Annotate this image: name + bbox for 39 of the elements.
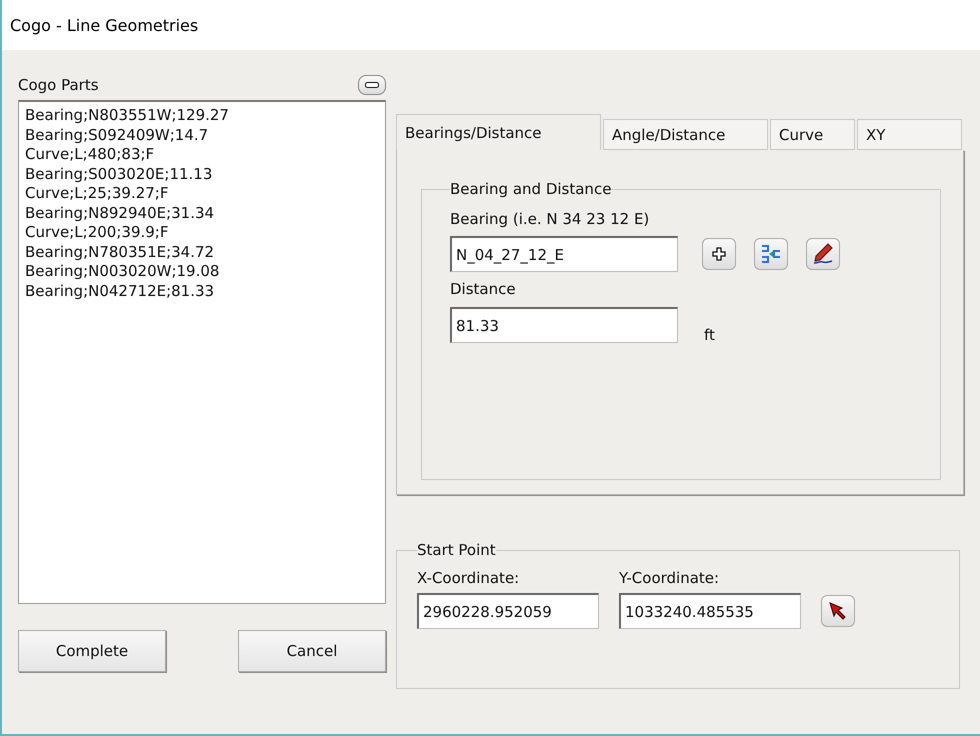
tab[interactable]: Curve <box>770 119 855 150</box>
plus-icon <box>712 247 726 261</box>
collapse-button[interactable] <box>358 75 386 95</box>
complete-button[interactable]: Complete <box>18 630 166 672</box>
window-title: Cogo - Line Geometries <box>10 16 198 34</box>
tab[interactable]: XY <box>857 119 962 150</box>
edit-button[interactable] <box>806 238 840 270</box>
pencil-icon <box>811 242 835 266</box>
cursor-icon <box>828 601 848 621</box>
bearing-label: Bearing (i.e. N 34 23 12 E) <box>450 210 650 228</box>
distance-field[interactable]: 81.33 <box>450 307 678 343</box>
list-item[interactable]: Bearing;S003020E;11.13 <box>25 164 379 184</box>
list-item[interactable]: Bearing;N892940E;31.34 <box>25 204 379 223</box>
list-label: Cogo Parts <box>18 76 99 94</box>
list-item[interactable]: Curve;L;200;39.9;F <box>25 223 379 242</box>
x-field[interactable]: 2960228.952059 <box>417 593 599 629</box>
list-item[interactable]: Curve;L;480;83;F <box>25 145 379 164</box>
bearing-field[interactable]: N_04_27_12_E <box>450 236 678 272</box>
pick-point-button[interactable] <box>821 595 855 627</box>
list-item[interactable]: Bearing;S092409W;14.7 <box>25 126 379 145</box>
insert-icon <box>760 243 782 265</box>
insert-button[interactable] <box>754 238 788 270</box>
add-button[interactable] <box>702 238 736 270</box>
y-field[interactable]: 1033240.485535 <box>619 593 801 629</box>
minus-icon <box>365 82 379 88</box>
group-title: Bearing and Distance <box>450 180 612 198</box>
tab[interactable]: Angle/Distance <box>603 119 768 150</box>
list-item[interactable]: Bearing;N042712E;81.33 <box>25 282 379 301</box>
list-item[interactable]: Curve;L;25;39.27;F <box>25 184 379 204</box>
unit-label: ft <box>704 326 715 344</box>
list-item[interactable]: Bearing;N003020W;19.08 <box>25 262 379 282</box>
list-item[interactable]: Bearing;N803551W;129.27 <box>25 106 379 126</box>
x-label: X-Coordinate: <box>417 569 520 587</box>
distance-label: Distance <box>450 280 517 298</box>
y-label: Y-Coordinate: <box>619 569 720 587</box>
cancel-button[interactable]: Cancel <box>238 630 386 672</box>
tab[interactable]: Bearings/Distance <box>396 114 601 150</box>
group-title: Start Point <box>417 541 496 559</box>
list-item[interactable]: Bearing;N780351E;34.72 <box>25 242 379 262</box>
